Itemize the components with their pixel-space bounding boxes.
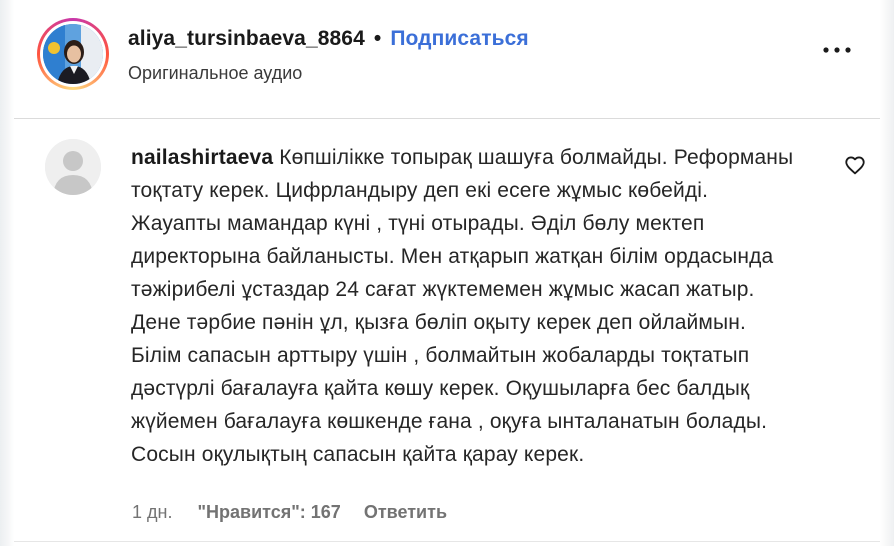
heart-outline-icon	[845, 156, 865, 175]
avatar-portrait-icon	[43, 24, 103, 84]
bottom-divider	[14, 541, 880, 542]
post-header-title: aliya_tursinbaeva_8864 • Подписаться	[128, 27, 529, 51]
commenter-username[interactable]: nailashirtaeva	[131, 146, 273, 169]
follow-button[interactable]: Подписаться	[390, 27, 528, 50]
comment-item: nailashirtaeva Көпшілікке топырақ шашуға …	[14, 119, 880, 546]
like-comment-button[interactable]	[844, 155, 866, 175]
comment-likes-count[interactable]: "Нравится": 167	[197, 502, 340, 523]
author-avatar-photo	[43, 24, 103, 84]
author-username[interactable]: aliya_tursinbaeva_8864	[128, 27, 365, 50]
comment-text: Көпшілікке топырақ шашуға болмайды. Рефо…	[131, 146, 794, 466]
left-edge	[0, 0, 14, 546]
comment-body: nailashirtaeva Көпшілікке топырақ шашуға …	[131, 141, 801, 471]
instagram-comment-view: aliya_tursinbaeva_8864 • Подписаться Ориги…	[0, 0, 894, 546]
more-horizontal-icon	[823, 47, 851, 53]
header-separator: •	[373, 27, 382, 50]
commenter-avatar[interactable]	[45, 139, 101, 195]
default-user-icon	[45, 139, 101, 195]
right-edge	[880, 0, 894, 546]
author-avatar[interactable]	[37, 18, 109, 90]
post-header: aliya_tursinbaeva_8864 • Подписаться Ориги…	[14, 0, 880, 118]
comment-timestamp: 1 дн.	[132, 502, 173, 522]
audio-label[interactable]: Оригинальное аудио	[128, 63, 302, 84]
more-options-button[interactable]	[820, 40, 854, 60]
comment-meta: 1 дн. "Нравится": 167 Ответить	[132, 502, 447, 523]
reply-button[interactable]: Ответить	[364, 502, 447, 523]
